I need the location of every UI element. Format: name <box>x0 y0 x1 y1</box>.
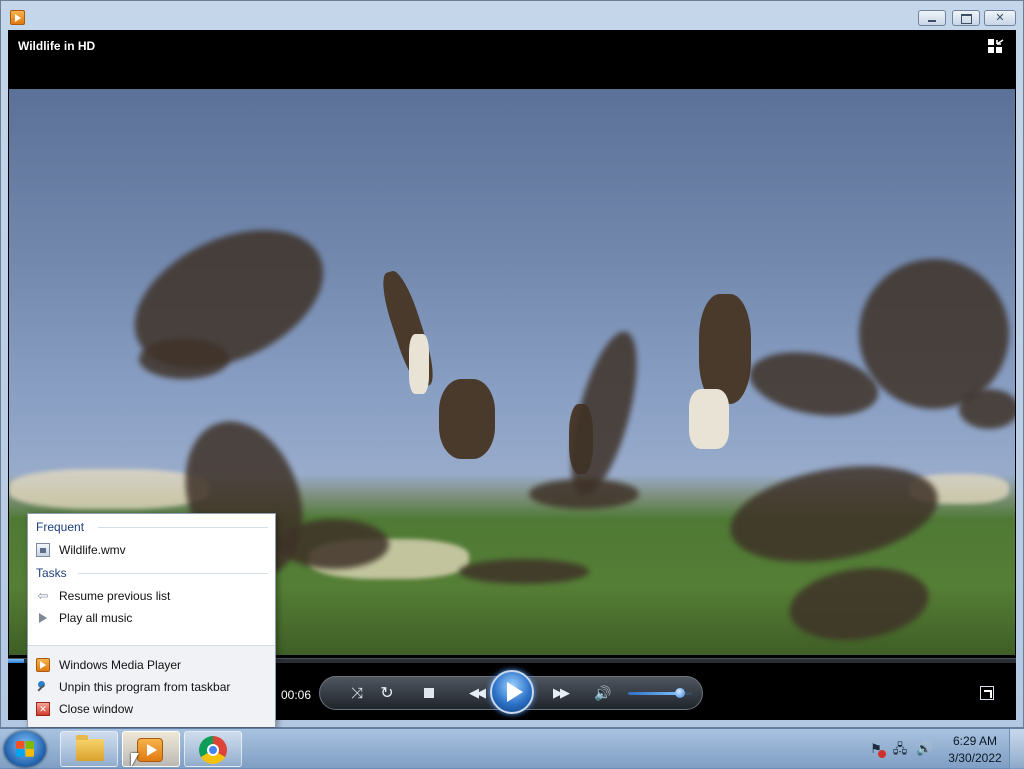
folder-icon <box>76 735 104 761</box>
close-button[interactable] <box>984 10 1016 26</box>
previous-icon: ◀◀ <box>469 685 486 700</box>
divider <box>98 527 268 528</box>
volume-level <box>628 692 681 695</box>
task-label: Resume previous list <box>59 589 171 603</box>
frequent-item-wildlife[interactable]: Wildlife.wmv <box>36 540 266 560</box>
shuffle-icon: ⤨ <box>350 684 363 702</box>
system-tray: ⚑ 🖧 🔊 6:29 AM 3/30/2022 <box>862 729 1024 769</box>
close-icon <box>36 702 50 716</box>
frequent-item-label: Wildlife.wmv <box>59 543 126 557</box>
chrome-icon <box>199 736 227 764</box>
start-button[interactable] <box>4 731 46 767</box>
video-file-icon <box>36 543 50 557</box>
action-center-flag-icon[interactable]: ⚑ <box>868 741 886 758</box>
stop-button[interactable] <box>418 677 440 709</box>
unpin-from-taskbar[interactable]: Unpin this program from taskbar <box>36 677 266 697</box>
fullscreen-button[interactable] <box>980 686 994 700</box>
seek-progress <box>8 659 25 663</box>
task-label: Play all music <box>59 611 133 625</box>
restore-button[interactable] <box>952 10 980 26</box>
volume-icon[interactable]: 🔊 <box>916 741 932 757</box>
repeat-icon: ↻ <box>380 685 394 702</box>
taskbar-google-chrome[interactable] <box>184 731 242 767</box>
divider <box>78 573 268 574</box>
wmp-icon <box>137 738 163 762</box>
play-icon <box>36 611 50 625</box>
taskbar-windows-explorer[interactable] <box>60 731 118 767</box>
volume-slider[interactable] <box>628 688 692 698</box>
task-play-all-music[interactable]: Play all music <box>36 608 266 628</box>
clock-date[interactable]: 3/30/2022 <box>944 751 1006 765</box>
frequent-header: Frequent <box>36 520 85 534</box>
taskbar: ⚑ 🖧 🔊 6:29 AM 3/30/2022 <box>0 728 1024 769</box>
minimize-button[interactable] <box>918 10 946 26</box>
task-resume-previous-list[interactable]: ⇦ Resume previous list <box>36 586 266 606</box>
network-icon[interactable]: 🖧 <box>892 741 908 757</box>
title-bar[interactable] <box>0 0 1024 30</box>
pin-icon <box>36 680 50 694</box>
close-label: Close window <box>59 702 134 716</box>
next-button[interactable]: ▶▶ <box>540 677 580 709</box>
switch-to-library-icon[interactable] <box>988 39 1005 54</box>
unpin-label: Unpin this program from taskbar <box>59 680 231 694</box>
playback-controls: ⤨ ↻ ◀◀ ▶▶ 🔊 <box>319 670 703 714</box>
shuffle-button[interactable]: ⤨ <box>346 677 368 709</box>
wmp-icon <box>36 658 50 672</box>
close-window-item[interactable]: Close window <box>36 699 266 719</box>
volume-thumb[interactable] <box>675 688 686 698</box>
tasks-header: Tasks <box>36 566 67 580</box>
jump-list-footer: Windows Media Player Unpin this program … <box>28 645 275 727</box>
mute-button[interactable]: 🔊 <box>592 677 614 709</box>
speaker-icon: 🔊 <box>594 684 612 701</box>
show-desktop-button[interactable] <box>1009 729 1024 769</box>
clock-time[interactable]: 6:29 AM <box>944 734 1006 748</box>
play-button[interactable] <box>490 670 534 714</box>
video-title: Wildlife in HD <box>18 39 96 53</box>
next-icon: ▶▶ <box>553 685 570 700</box>
back-arrow-icon: ⇦ <box>37 588 49 603</box>
program-label: Windows Media Player <box>59 658 182 672</box>
wmp-app-icon[interactable] <box>10 10 25 25</box>
elapsed-time: 00:06 <box>281 688 312 702</box>
repeat-button[interactable]: ↻ <box>376 677 398 709</box>
mouse-pointer <box>131 753 139 767</box>
open-windows-media-player[interactable]: Windows Media Player <box>36 655 266 675</box>
jump-list: Frequent Wildlife.wmv Tasks ⇦ Resume pre… <box>27 513 276 727</box>
